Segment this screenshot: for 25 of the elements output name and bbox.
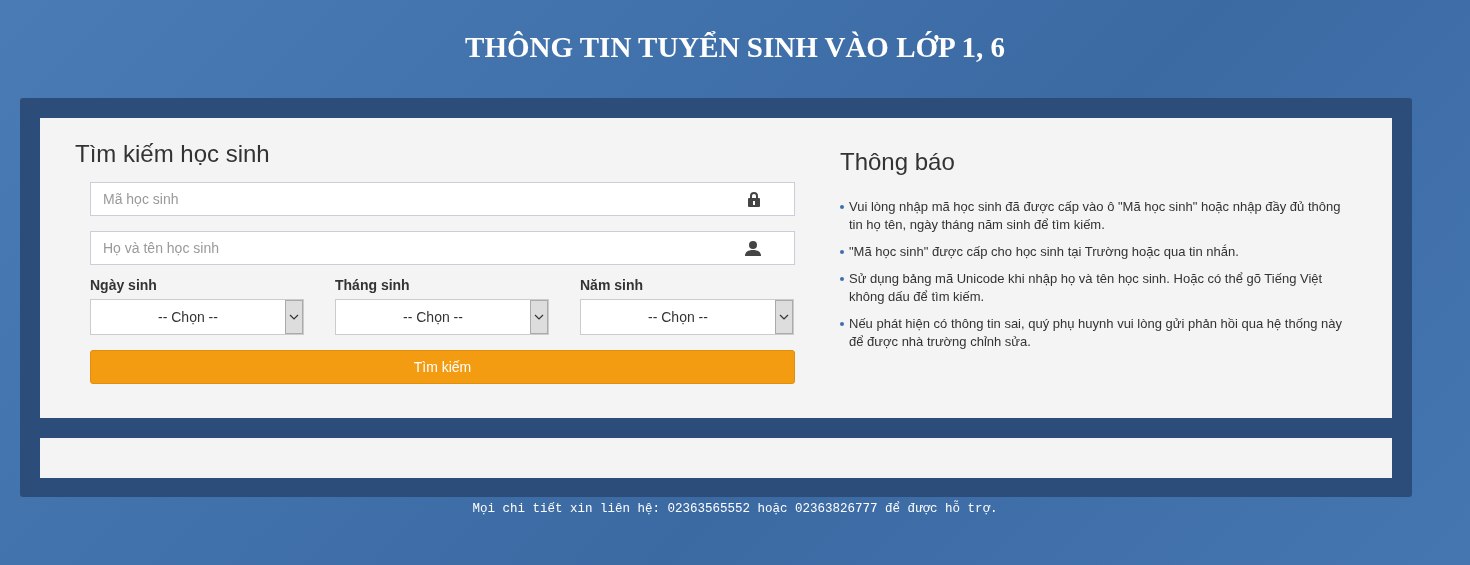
select-label: Năm sinh bbox=[580, 277, 644, 293]
dropdown[interactable]: -- Chọn -- bbox=[335, 299, 549, 335]
dropdown[interactable]: -- Chọn -- bbox=[580, 299, 794, 335]
dropdown[interactable]: -- Chọn -- bbox=[90, 299, 304, 335]
caret-icon bbox=[775, 300, 793, 334]
footer-text: Mọi chi tiết xin liên hệ: 02363565552 hoặc 02363826777 để được hỗ trợ. bbox=[471, 502, 999, 516]
bullet-icon bbox=[840, 322, 844, 326]
select-label: Tháng sinh bbox=[335, 277, 411, 293]
search-heading: Tìm kiếm học sinh bbox=[75, 140, 271, 168]
caret-icon bbox=[530, 300, 548, 334]
notice-text: Nếu phát hiện có thông tin sai, quý phụ huynh vui lòng gửi phản hồi qua hệ thống này để được nhà trường chỉnh sửa. bbox=[849, 315, 1343, 351]
select-label: Ngày sinh bbox=[90, 277, 158, 293]
notice-text: Vui lòng nhập mã học sinh đã được cấp vào ô "Mã học sinh" hoặc nhập đầy đủ thông tin họ tên, ngày tháng năm sinh để tìm kiếm. bbox=[849, 198, 1342, 234]
bullet-icon bbox=[840, 205, 844, 209]
notice-heading: Thông báo bbox=[840, 148, 956, 176]
page-title: THÔNG TIN TUYỂN SINH VÀO LỚP 1, 6 bbox=[464, 30, 1006, 65]
lock-icon bbox=[747, 191, 761, 207]
person-icon bbox=[745, 240, 761, 256]
notice-text: "Mã học sinh" được cấp cho học sinh tại Trường hoặc qua tin nhắn. bbox=[849, 243, 1239, 261]
bullet-icon bbox=[840, 250, 844, 254]
input-field[interactable]: Mã học sinh bbox=[90, 182, 795, 216]
input-field[interactable]: Họ và tên học sinh bbox=[90, 231, 795, 265]
caret-icon bbox=[285, 300, 303, 334]
bullet-icon bbox=[840, 277, 844, 281]
notice-text: Sử dụng bảng mã Unicode khi nhập họ và tên học sinh. Hoặc có thể gõ Tiếng Việt không dấu để tìm kiếm. bbox=[849, 270, 1324, 306]
